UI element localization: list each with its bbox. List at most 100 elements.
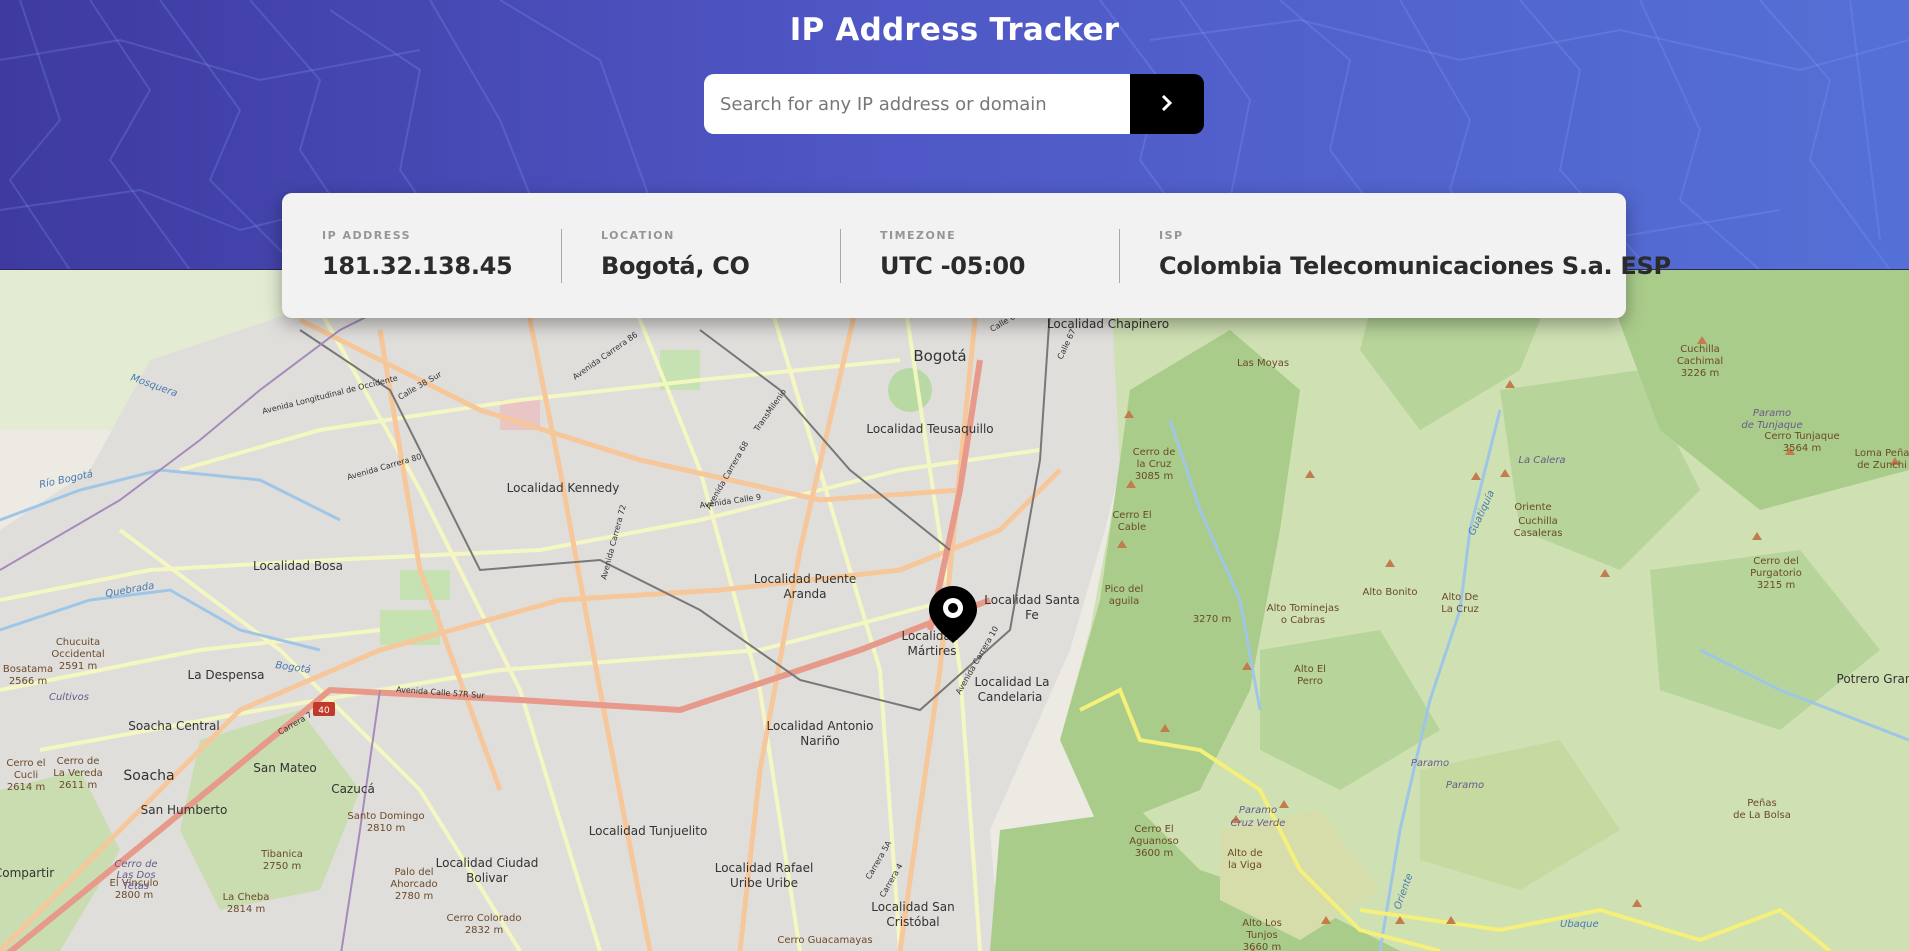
map-label: Alto De [1442, 592, 1479, 603]
map-label: Cerro del [1753, 556, 1799, 567]
map-label: Bolivar [466, 871, 508, 885]
map-label: Cerro Guacamayas [777, 935, 872, 946]
map-label: Chucuita [56, 637, 100, 648]
map-label: Localidad Tunjuelito [589, 824, 708, 838]
map-label: 2832 m [465, 925, 503, 936]
map[interactable]: Bogotá Localidad Chapinero Localidad Teu… [0, 270, 1909, 951]
info-label: ISP [1159, 228, 1184, 242]
map-label: o Cabras [1281, 615, 1325, 626]
search-form [704, 74, 1204, 134]
map-label: Alto El [1294, 664, 1326, 675]
info-label: LOCATION [601, 228, 675, 242]
map-label: Cerro Tunjaque [1764, 431, 1839, 442]
info-value: Bogotá, CO [601, 251, 750, 280]
info-label: IP ADDRESS [322, 228, 412, 242]
map-label: 2614 m [7, 782, 45, 793]
info-location: LOCATION Bogotá, CO [561, 228, 840, 283]
map-label: Cristóbal [886, 915, 939, 929]
map-label: Casaleras [1514, 528, 1563, 539]
map-label: 2814 m [227, 904, 265, 915]
map-label: Cerro de [1133, 447, 1176, 458]
map-label: Loma Peña [1855, 448, 1909, 459]
search-input[interactable] [704, 74, 1130, 134]
map-label: 3600 m [1135, 848, 1173, 859]
map-label: Occidental [51, 649, 104, 660]
route-number: 40 [318, 706, 330, 716]
map-label: San Mateo [253, 761, 317, 775]
map-label: Paramo [1411, 758, 1449, 769]
map-label: 3660 m [1243, 942, 1281, 951]
map-label: La Despensa [188, 668, 265, 682]
map-label: Cable [1118, 522, 1146, 533]
map-label: Aguanoso [1129, 836, 1178, 847]
map-label: Paramo [1446, 780, 1484, 791]
map-label: Alto Los [1242, 918, 1282, 929]
map-label: 2810 m [367, 823, 405, 834]
map-label: Alto de [1227, 848, 1262, 859]
map-label: Localidad Puente [754, 572, 857, 586]
map-label: de Tunjaque [1741, 420, 1802, 431]
ip-info-card: IP ADDRESS 181.32.138.45 LOCATION Bogotá… [282, 193, 1671, 318]
map-label: Cruz Verde [1231, 818, 1286, 829]
map-label: Tibanica [260, 849, 303, 860]
info-isp: ISP Colombia Telecomunicaciones S.a. ESP [1119, 228, 1671, 283]
map-label: Fe [1025, 608, 1039, 622]
map-label: aguila [1109, 596, 1140, 607]
map-label: 2611 m [59, 780, 97, 791]
map-label: Paramo [1753, 408, 1791, 419]
map-label: Cerro el [6, 758, 45, 769]
info-ip-address: IP ADDRESS 181.32.138.45 [282, 229, 532, 283]
map-label: Compartir [0, 866, 54, 880]
map-label: Paramo [1239, 805, 1277, 816]
map-label: Cerro El [1134, 824, 1173, 835]
map-label: Las Moyas [1237, 358, 1289, 369]
map-label: Santo Domingo [347, 811, 424, 822]
map-label: Localidad Chapinero [1047, 317, 1169, 331]
map-label: 2566 m [9, 676, 47, 687]
map-label: Localidad Kennedy [507, 481, 620, 495]
map-label: 2780 m [395, 891, 433, 902]
map-label: de Zunchi [1857, 460, 1907, 471]
map-label: 2750 m [263, 861, 301, 872]
map-label: Ubaque [1560, 919, 1599, 930]
map-label: 3564 m [1783, 443, 1821, 454]
page-title: IP Address Tracker [789, 12, 1120, 48]
map-label: Perro [1297, 676, 1323, 687]
info-value: 181.32.138.45 [322, 251, 513, 280]
map-label: Cucli [14, 770, 38, 781]
map-label: La Cruz [1441, 604, 1479, 615]
map-label: Cerro de [114, 859, 157, 870]
map-label: 3226 m [1681, 368, 1719, 379]
map-label: Localidad Santa [984, 593, 1079, 607]
map-label: Tunjos [1245, 930, 1277, 941]
map-label: San Humberto [141, 803, 228, 817]
map-label: 3085 m [1135, 471, 1173, 482]
map-label: Mártires [908, 644, 957, 658]
map-label: 3270 m [1193, 614, 1231, 625]
map-label: Pico del [1105, 584, 1144, 595]
info-value: UTC -05:00 [880, 251, 1026, 280]
map-label: Peñas [1747, 798, 1777, 809]
map-label: de La Bolsa [1733, 810, 1791, 821]
map-label: Palo del [394, 867, 433, 878]
map-label: Aranda [783, 587, 826, 601]
map-label: Uribe Uribe [730, 876, 798, 890]
map-label: Alto Tominejas [1267, 603, 1340, 614]
map-label: La Cheba [223, 892, 270, 903]
map-label: Ahorcado [390, 879, 437, 890]
map-label: Alto Bonito [1363, 587, 1418, 598]
map-label: La Calera [1518, 455, 1565, 466]
map-label: Potrero Grande [1837, 672, 1909, 686]
map-label: Localidad Ciudad [436, 856, 539, 870]
map-label: Localidad San [871, 900, 954, 914]
map-label: Cerro Colorado [447, 913, 522, 924]
map-label: la Cruz [1137, 459, 1172, 470]
info-label: TIMEZONE [880, 228, 957, 242]
map-label: Cerro El [1112, 510, 1151, 521]
info-timezone: TIMEZONE UTC -05:00 [840, 228, 1119, 283]
map-label: la Viga [1228, 860, 1262, 871]
search-submit-button[interactable] [1130, 74, 1204, 134]
map-label: Cultivos [49, 692, 89, 703]
map-label: Cachimal [1677, 356, 1723, 367]
map-label: Candelaria [978, 690, 1043, 704]
